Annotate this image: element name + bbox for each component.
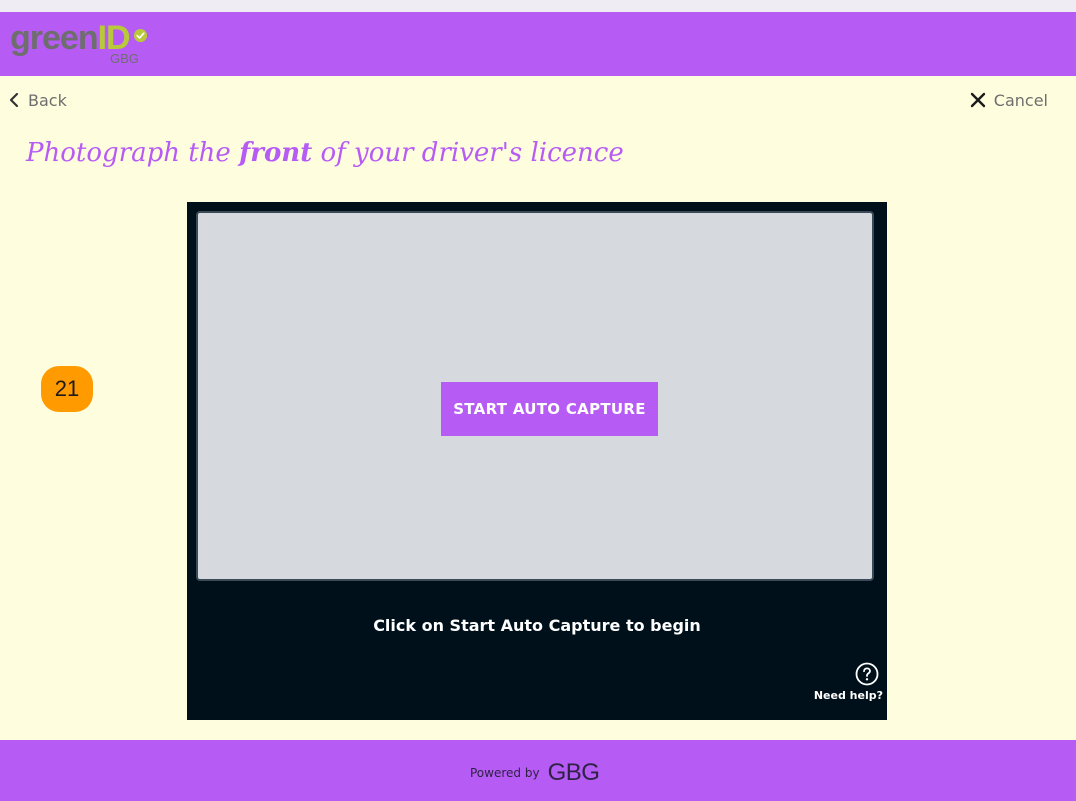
logo-text-green: green [10, 19, 99, 57]
header-bar: greenID GBG [0, 12, 1076, 76]
capture-instruction: Click on Start Auto Capture to begin [373, 616, 701, 635]
checkmark-circle-icon [133, 28, 148, 43]
need-help-label: Need help? [813, 689, 883, 702]
title-emphasis: front [239, 138, 313, 168]
browser-top-strip [0, 0, 1076, 12]
camera-capture-panel: START AUTO CAPTURE Click on Start Auto C… [187, 202, 887, 720]
question-circle-icon [855, 662, 879, 686]
title-before: Photograph the [26, 138, 240, 168]
start-auto-capture-button[interactable]: START AUTO CAPTURE [441, 382, 658, 436]
greenid-logo: greenID GBG [10, 18, 160, 70]
gbg-logo: GBG [547, 759, 600, 786]
powered-by: Powered by GBG [470, 759, 600, 786]
footer-bar: Powered by GBG [0, 740, 1076, 801]
back-label: Back [28, 90, 67, 110]
page-title: Photograph the front of your driver's li… [26, 138, 624, 168]
back-button[interactable]: Back [8, 90, 67, 110]
need-help-button[interactable]: Need help? [813, 662, 883, 704]
close-icon [970, 92, 985, 108]
step-badge: 21 [41, 366, 93, 412]
camera-viewport: START AUTO CAPTURE [196, 211, 874, 581]
powered-by-label: Powered by [470, 766, 540, 780]
cancel-label: Cancel [993, 90, 1048, 110]
logo-subtext: GBG [110, 51, 139, 66]
cancel-button[interactable]: Cancel [970, 90, 1048, 110]
title-after: of your driver's licence [312, 138, 624, 168]
chevron-left-icon [9, 92, 19, 108]
